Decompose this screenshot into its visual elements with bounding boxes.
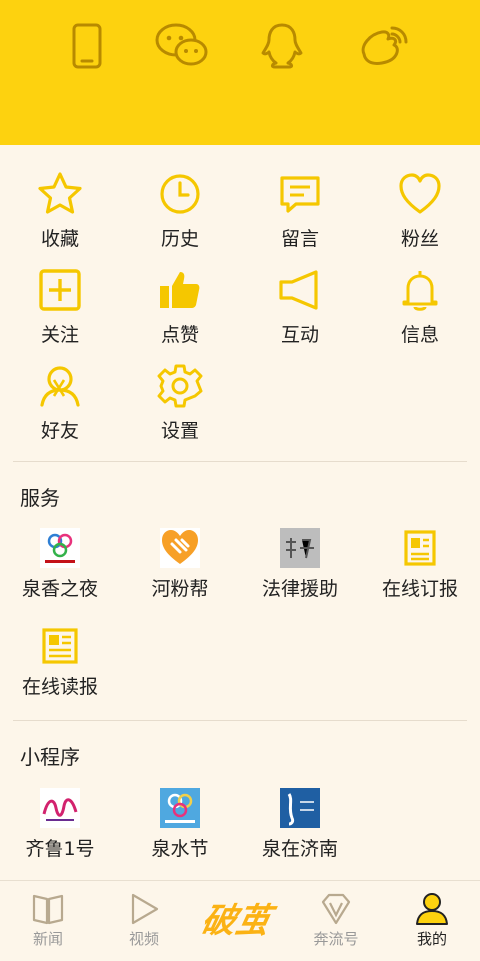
services-title: 服务 [20, 486, 60, 510]
heart-icon [399, 173, 441, 214]
qilu-logo [40, 788, 80, 828]
qilu-item[interactable]: 齐鲁1号 [0, 788, 120, 861]
v-diamond-icon [321, 893, 351, 925]
settings-label: 设置 [160, 420, 199, 442]
message-icon [280, 176, 320, 213]
brand-text: 破茧 [200, 901, 280, 941]
order-newspaper-item[interactable]: 在线订报 [360, 528, 480, 601]
megaphone-icon [279, 270, 318, 310]
plus-square-icon [39, 269, 81, 311]
hefenbang-item[interactable]: 河粉帮 [120, 528, 240, 601]
messages-label: 留言 [280, 228, 319, 250]
tab-benliu[interactable]: 奔流号 [306, 892, 366, 949]
quanxiang-logo [40, 528, 80, 568]
tab-news[interactable]: 新闻 [18, 892, 78, 949]
likes-label: 点赞 [160, 324, 199, 346]
tab-news-label: 新闻 [32, 930, 63, 948]
messages-item[interactable]: 留言 [240, 170, 360, 251]
legal-aid-logo [280, 528, 320, 568]
legal-aid-label: 法律援助 [261, 578, 338, 600]
fans-item[interactable]: 粉丝 [360, 170, 480, 251]
qq-icon[interactable] [252, 20, 312, 72]
user-icon [416, 893, 448, 925]
mini-programs-title: 小程序 [20, 745, 80, 769]
notifications-item[interactable]: 信息 [360, 266, 480, 347]
likes-item[interactable]: 点赞 [120, 266, 240, 347]
quan-jinan-logo [280, 788, 320, 828]
hefenbang-label: 河粉帮 [151, 578, 209, 600]
hefenbang-logo [160, 528, 200, 568]
tab-video[interactable]: 视频 [114, 892, 174, 949]
newspaper-read-icon [42, 628, 78, 664]
follow-item[interactable]: 关注 [0, 266, 120, 347]
favorites-item[interactable]: 收藏 [0, 170, 120, 251]
settings-item[interactable]: 设置 [120, 362, 240, 443]
quan-jinan-label: 泉在济南 [261, 838, 338, 860]
spring-festival-item[interactable]: 泉水节 [120, 788, 240, 861]
friend-icon [40, 366, 80, 407]
notifications-label: 信息 [400, 324, 439, 346]
tab-mine[interactable]: 我的 [402, 892, 462, 949]
read-newspaper-item[interactable]: 在线读报 [0, 626, 120, 699]
header [0, 0, 480, 145]
clock-icon [160, 174, 200, 214]
divider [13, 720, 467, 721]
read-newspaper-label: 在线读报 [21, 676, 98, 698]
history-label: 历史 [160, 228, 199, 250]
wechat-icon[interactable] [152, 20, 212, 72]
quanxiang-item[interactable]: 泉香之夜 [0, 528, 120, 601]
play-icon [131, 893, 159, 925]
divider [13, 461, 467, 462]
quan-jinan-item[interactable]: 泉在济南 [240, 788, 360, 861]
history-item[interactable]: 历史 [120, 170, 240, 251]
gear-icon [157, 364, 203, 408]
friends-label: 好友 [40, 420, 79, 442]
weibo-icon[interactable] [352, 20, 412, 72]
interaction-item[interactable]: 互动 [240, 266, 360, 347]
tab-benliu-label: 奔流号 [313, 930, 359, 948]
favorites-label: 收藏 [40, 228, 79, 250]
fans-label: 粉丝 [400, 228, 439, 250]
thumbs-up-icon [160, 272, 200, 308]
tab-mine-label: 我的 [416, 930, 447, 948]
tab-video-label: 视频 [128, 930, 159, 948]
star-icon [38, 172, 82, 214]
interaction-label: 互动 [280, 324, 319, 346]
spring-festival-logo [160, 788, 200, 828]
phone-icon[interactable] [57, 20, 117, 72]
follow-label: 关注 [40, 324, 79, 346]
quanxiang-label: 泉香之夜 [21, 578, 98, 600]
legal-aid-item[interactable]: 法律援助 [240, 528, 360, 601]
order-newspaper-label: 在线订报 [381, 578, 458, 600]
pojian-brand-logo[interactable]: 破茧 [200, 892, 284, 942]
friends-item[interactable]: 好友 [0, 362, 120, 443]
qilu-label: 齐鲁1号 [25, 838, 95, 860]
bell-icon [402, 271, 438, 311]
book-icon [32, 894, 64, 925]
newspaper-order-icon [404, 530, 436, 566]
spring-festival-label: 泉水节 [151, 838, 209, 860]
